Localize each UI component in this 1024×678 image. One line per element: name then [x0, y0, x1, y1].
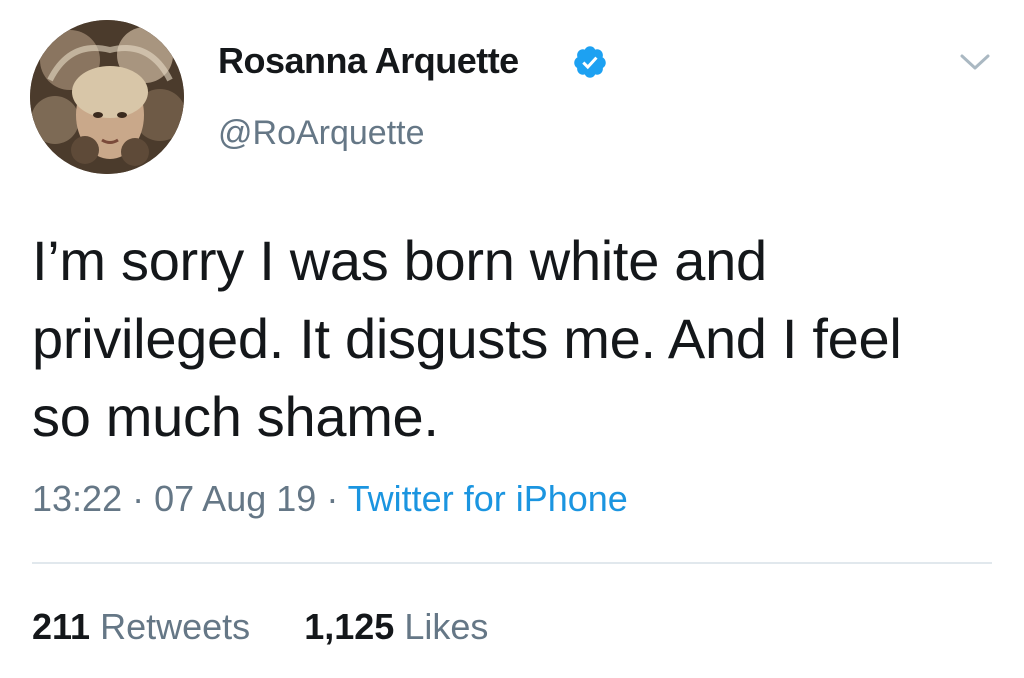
tweet-meta: 13:22 · 07 Aug 19 · Twitter for iPhone	[32, 478, 628, 520]
likes-stat[interactable]: 1,125 Likes	[304, 606, 488, 647]
likes-count: 1,125	[304, 606, 395, 647]
tweet-stats: 211 Retweets 1,125 Likes	[32, 606, 488, 648]
tweet-source-link[interactable]: Twitter for iPhone	[348, 478, 628, 519]
retweets-count: 211	[32, 606, 91, 647]
verified-badge-icon	[574, 46, 606, 78]
retweets-stat[interactable]: 211 Retweets	[32, 606, 260, 647]
tweet-date[interactable]: 07 Aug 19	[154, 478, 316, 519]
tweet-card: Rosanna Arquette @RoArquette I’m sorry I…	[0, 0, 1024, 678]
tweet-text: I’m sorry I was born white and privilege…	[32, 229, 902, 448]
author-display-name[interactable]: Rosanna Arquette	[218, 40, 519, 82]
author-handle[interactable]: @RoArquette	[218, 114, 425, 153]
retweets-label: Retweets	[100, 606, 251, 647]
avatar[interactable]	[30, 20, 184, 174]
divider	[32, 562, 992, 564]
likes-label: Likes	[404, 606, 489, 647]
avatar-image	[30, 20, 184, 174]
meta-separator: ·	[132, 478, 145, 519]
meta-separator: ·	[326, 478, 339, 519]
chevron-down-icon[interactable]	[958, 50, 992, 74]
tweet-time[interactable]: 13:22	[32, 478, 122, 519]
